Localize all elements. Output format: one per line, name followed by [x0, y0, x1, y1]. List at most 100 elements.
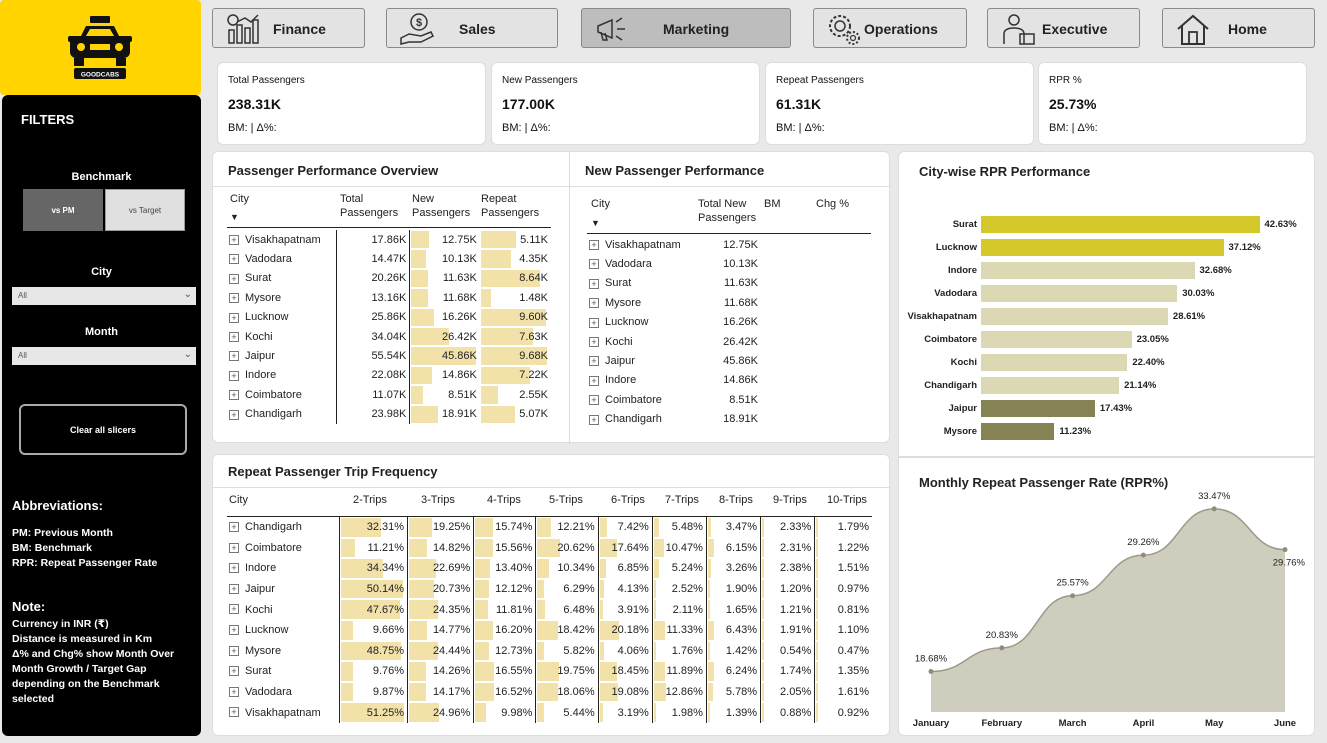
nav-executive-button[interactable]: Executive	[987, 8, 1140, 48]
expand-plus-icon[interactable]: +	[589, 395, 599, 406]
sort-arrow-icon[interactable]: ▼	[591, 216, 600, 230]
expand-plus-icon[interactable]: +	[589, 240, 599, 250]
expand-plus-icon[interactable]: +	[589, 356, 599, 367]
table-row[interactable]: + Visakhapatnam 51.25% 24.96% 9.98% 5.44% 3.19…	[227, 702, 872, 723]
table-row[interactable]: + Chandigarh 18.91K	[587, 410, 761, 429]
newperf-header-bm[interactable]: BM	[764, 197, 781, 211]
trips-header-9-trips[interactable]: 9-Trips	[773, 493, 807, 507]
expand-plus-icon[interactable]: +	[229, 542, 239, 553]
table-row[interactable]: + Kochi 34.04K 26.42K 7.63K	[227, 326, 551, 347]
table-row[interactable]: + Chandigarh 32.31% 19.25% 15.74% 12.21% 7.42%…	[227, 517, 872, 538]
bench-vs-pm-button[interactable]: vs PM	[23, 189, 103, 231]
rpr-bar[interactable]	[981, 285, 1178, 302]
rpr-bar[interactable]	[981, 400, 1095, 417]
newperf-header-chg[interactable]: Chg %	[816, 197, 849, 211]
expand-plus-icon[interactable]: +	[589, 259, 599, 270]
table-row[interactable]: + Coimbatore 11.21% 14.82% 15.56% 20.62% 17.64…	[227, 537, 872, 559]
expand-plus-icon[interactable]: +	[229, 273, 239, 284]
expand-plus-icon[interactable]: +	[229, 707, 239, 718]
table-row[interactable]: + Surat 9.76% 14.26% 16.55% 19.75% 18.45% 11.89…	[227, 661, 872, 682]
expand-plus-icon[interactable]: +	[229, 390, 239, 401]
expand-plus-icon[interactable]: +	[229, 522, 239, 532]
expand-plus-icon[interactable]: +	[589, 336, 599, 347]
expand-plus-icon[interactable]: +	[589, 317, 599, 328]
table-row[interactable]: + Jaipur 50.14% 20.73% 12.12% 6.29% 4.13% 2.52%…	[227, 578, 872, 600]
newperf-header-total[interactable]: Total New Passengers	[698, 197, 763, 225]
rpr-point[interactable]	[1211, 506, 1217, 512]
expand-plus-icon[interactable]: +	[229, 370, 239, 381]
table-row[interactable]: + Visakhapatnam 17.86K 12.75K 5.11K	[227, 230, 551, 250]
city-dropdown[interactable]: All ⌄	[12, 287, 196, 305]
table-row[interactable]: + Kochi 26.42K	[587, 332, 761, 351]
table-row[interactable]: + Indore 22.08K 14.86K 7.22K	[227, 365, 551, 386]
table-row[interactable]: + Vadodara 14.47K 10.13K 4.35K	[227, 249, 551, 269]
expand-plus-icon[interactable]: +	[229, 686, 239, 697]
nav-finance-button[interactable]: Finance	[212, 8, 365, 48]
table-row[interactable]: + Coimbatore 8.51K	[587, 390, 761, 409]
trips-header-4-trips[interactable]: 4-Trips	[487, 493, 521, 507]
expand-plus-icon[interactable]: +	[229, 351, 239, 362]
expand-plus-icon[interactable]: +	[229, 293, 239, 304]
table-row[interactable]: + Vadodara 9.87% 14.17% 16.52% 18.06% 19.08% 12…	[227, 681, 872, 703]
table-row[interactable]: + Mysore 13.16K 11.68K 1.48K	[227, 288, 551, 308]
overview-header-total[interactable]: Total Passengers	[340, 192, 405, 220]
expand-plus-icon[interactable]: +	[229, 666, 239, 677]
trips-header-3-trips[interactable]: 3-Trips	[421, 493, 455, 507]
overview-header-repeat[interactable]: Repeat Passengers	[481, 192, 551, 220]
trips-header-5-trips[interactable]: 5-Trips	[549, 493, 583, 507]
expand-plus-icon[interactable]: +	[589, 414, 599, 425]
rpr-point[interactable]	[928, 669, 934, 675]
table-row[interactable]: + Kochi 47.67% 24.35% 11.81% 6.48% 3.91% 2.11% 1…	[227, 599, 872, 620]
expand-plus-icon[interactable]: +	[229, 604, 239, 615]
expand-plus-icon[interactable]: +	[589, 375, 599, 386]
expand-plus-icon[interactable]: +	[229, 331, 239, 342]
rpr-bar[interactable]	[981, 354, 1128, 371]
sort-arrow-icon[interactable]: ▼	[230, 210, 239, 224]
overview-header-city[interactable]: City	[230, 192, 249, 206]
expand-plus-icon[interactable]: +	[229, 583, 239, 594]
rpr-point[interactable]	[1070, 593, 1076, 599]
table-row[interactable]: + Indore 14.86K	[587, 371, 761, 390]
rpr-bar[interactable]	[981, 239, 1224, 256]
nav-sales-button[interactable]: $ Sales	[386, 8, 558, 48]
trips-header-city[interactable]: City	[229, 493, 248, 507]
rpr-point[interactable]	[1282, 547, 1288, 553]
month-dropdown[interactable]: All ⌄	[12, 347, 196, 365]
table-row[interactable]: + Chandigarh 23.98K 18.91K 5.07K	[227, 404, 551, 424]
expand-plus-icon[interactable]: +	[229, 624, 239, 635]
table-row[interactable]: + Mysore 48.75% 24.44% 12.73% 5.82% 4.06% 1.76%…	[227, 640, 872, 662]
trips-header-7-trips[interactable]: 7-Trips	[665, 493, 699, 507]
trips-header-2-trips[interactable]: 2-Trips	[353, 493, 387, 507]
table-row[interactable]: + Surat 11.63K	[587, 274, 761, 293]
expand-plus-icon[interactable]: +	[229, 235, 239, 245]
newperf-header-city[interactable]: City	[591, 197, 610, 211]
rpr-point[interactable]	[999, 645, 1005, 651]
overview-header-new[interactable]: New Passengers	[412, 192, 477, 220]
expand-plus-icon[interactable]: +	[229, 409, 239, 420]
table-row[interactable]: + Jaipur 55.54K 45.86K 9.68K	[227, 346, 551, 366]
table-row[interactable]: + Lucknow 16.26K	[587, 313, 761, 332]
table-row[interactable]: + Visakhapatnam 12.75K	[587, 235, 761, 254]
rpr-bar[interactable]	[981, 377, 1120, 394]
table-row[interactable]: + Coimbatore 11.07K 8.51K 2.55K	[227, 385, 551, 405]
trips-header-10-trips[interactable]: 10-Trips	[827, 493, 867, 507]
table-row[interactable]: + Indore 34.34% 22.69% 13.40% 10.34% 6.85% 5.24…	[227, 558, 872, 579]
bench-vs-target-button[interactable]: vs Target	[105, 189, 185, 231]
rpr-point[interactable]	[1140, 552, 1146, 558]
rpr-bar[interactable]	[981, 262, 1195, 279]
expand-plus-icon[interactable]: +	[589, 298, 599, 309]
nav-marketing-button[interactable]: Marketing	[581, 8, 791, 48]
expand-plus-icon[interactable]: +	[589, 278, 599, 289]
table-row[interactable]: + Jaipur 45.86K	[587, 351, 761, 370]
rpr-bar[interactable]	[981, 331, 1132, 348]
table-row[interactable]: + Vadodara 10.13K	[587, 254, 761, 273]
table-row[interactable]: + Lucknow 9.66% 14.77% 16.20% 18.42% 20.18% 11.…	[227, 619, 872, 641]
expand-plus-icon[interactable]: +	[229, 645, 239, 656]
rpr-bar[interactable]	[981, 308, 1168, 325]
table-row[interactable]: + Lucknow 25.86K 16.26K 9.60K	[227, 307, 551, 327]
trips-header-8-trips[interactable]: 8-Trips	[719, 493, 753, 507]
trips-header-6-trips[interactable]: 6-Trips	[611, 493, 645, 507]
expand-plus-icon[interactable]: +	[229, 563, 239, 574]
expand-plus-icon[interactable]: +	[229, 254, 239, 265]
nav-home-button[interactable]: Home	[1162, 8, 1315, 48]
